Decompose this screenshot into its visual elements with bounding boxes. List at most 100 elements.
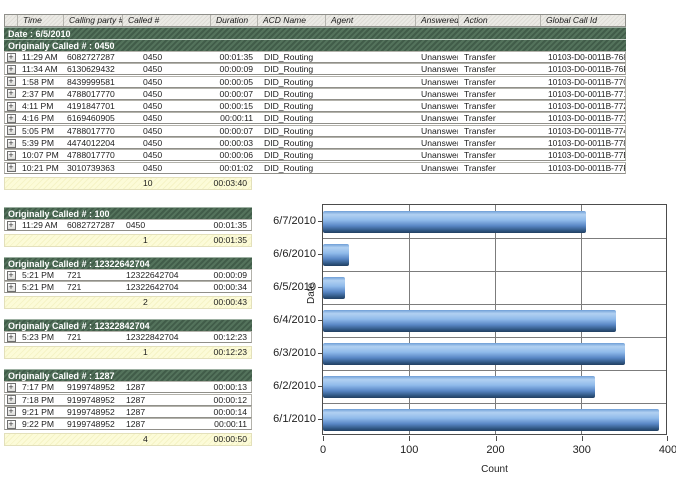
cell-duration: 00:00:05 (210, 77, 257, 87)
expand-plus-icon[interactable]: + (7, 407, 16, 416)
cell-duration: 00:01:35 (210, 220, 251, 230)
expand-plus-icon[interactable]: + (7, 221, 16, 230)
cell-duration: 00:00:09 (210, 270, 251, 280)
x-tick-label: 100 (387, 444, 431, 456)
summary-spacer (63, 235, 122, 246)
expand-plus-icon[interactable]: + (7, 126, 16, 135)
expand-plus-icon[interactable]: + (7, 420, 16, 429)
cell-called: 0450 (122, 101, 210, 111)
summary-spacer (17, 434, 63, 445)
expand-plus-icon[interactable]: + (7, 283, 16, 292)
expand-cell: + (5, 163, 17, 173)
expand-plus-icon[interactable]: + (7, 163, 16, 172)
cell-acd-name: DID_Routing (257, 89, 325, 99)
cell-global-call-id: 10103-D0-0011B-772 (540, 101, 625, 111)
cell-calling-party: 3010739363 (63, 163, 122, 173)
expand-plus-icon[interactable]: + (7, 139, 16, 148)
cell-duration: 00:01:02 (210, 163, 257, 173)
cell-time: 9:22 PM (17, 419, 63, 429)
cell-global-call-id: 10103-D0-0011B-768 (540, 52, 625, 62)
cell-calling-party: 6169460905 (63, 113, 122, 123)
table-row: +9:21 PM9199748952128700:00:14 (4, 406, 252, 418)
summary-spacer (17, 235, 63, 246)
cell-acd-name: DID_Routing (257, 126, 325, 136)
x-axis-tick (582, 436, 583, 441)
call-detail-table: TimeCalling party #Called #DurationACD N… (4, 14, 626, 190)
expand-plus-icon[interactable]: + (7, 114, 16, 123)
column-header-calling-party-: Calling party # (64, 15, 123, 26)
cell-time: 5:05 PM (17, 126, 63, 136)
expand-cell: + (5, 138, 17, 148)
summary-spacer (17, 297, 63, 308)
expand-plus-icon[interactable]: + (7, 151, 16, 160)
expand-cell: + (5, 395, 17, 405)
summary-call-count: 1 (122, 235, 210, 246)
cell-agent (325, 64, 415, 74)
table-row: +5:21 PM7211232264270400:00:09 (4, 269, 252, 281)
cell-duration: 00:01:35 (210, 52, 257, 62)
summary-call-count: 10 (122, 178, 210, 189)
expand-plus-icon[interactable]: + (7, 333, 16, 342)
expand-cell: + (5, 382, 17, 392)
group-summary-row: 200:00:43 (4, 296, 252, 309)
cell-called: 1287 (122, 395, 210, 405)
cell-action: Transfer (458, 77, 540, 87)
expand-plus-icon[interactable]: + (7, 271, 16, 280)
originally-called-band: Originally Called # : 100 (4, 207, 252, 219)
chart-y-axis-label: Date (306, 283, 317, 304)
expand-cell: + (5, 101, 17, 111)
cell-calling-party: 4788017770 (63, 150, 122, 160)
cell-calling-party: 4788017770 (63, 89, 122, 99)
cell-duration: 00:00:11 (210, 113, 257, 123)
column-header-answered: Answered (416, 15, 459, 26)
grouped-call-tables: Originally Called # : 100+11:29 AM608272… (4, 207, 252, 456)
cell-calling-party: 721 (63, 332, 122, 342)
cell-time: 11:29 AM (17, 220, 63, 230)
table-row: +11:34 AM6130629432045000:00:09DID_Routi… (4, 63, 626, 75)
expand-cell: + (5, 407, 17, 417)
expand-plus-icon[interactable]: + (7, 383, 16, 392)
x-axis-tick (409, 436, 410, 441)
cell-agent (325, 126, 415, 136)
cell-duration: 00:00:11 (210, 419, 251, 429)
cell-calling-party: 4191847701 (63, 101, 122, 111)
cell-calling-party: 721 (63, 282, 122, 292)
x-tick-label: 0 (301, 444, 345, 456)
bar-6-7-2010 (323, 211, 586, 233)
cell-duration: 00:00:07 (210, 126, 257, 136)
bar-6-4-2010 (323, 310, 616, 332)
summary-spacer (63, 297, 122, 308)
cell-calling-party: 721 (63, 270, 122, 280)
y-axis-tick (318, 320, 323, 321)
expand-plus-icon[interactable]: + (7, 102, 16, 111)
summary-spacer (5, 178, 17, 189)
expand-plus-icon[interactable]: + (7, 89, 16, 98)
y-axis-tick (318, 353, 323, 354)
table-row: +1:58 PM8439999581045000:00:05DID_Routin… (4, 76, 626, 88)
table-row: +11:29 AM6082727287045000:01:35DID_Routi… (4, 51, 626, 63)
cell-time: 5:21 PM (17, 270, 63, 280)
cell-called: 0450 (122, 113, 210, 123)
cell-calling-party: 6130629432 (63, 64, 122, 74)
summary-total-duration: 00:12:23 (210, 347, 251, 358)
expand-plus-icon[interactable]: + (7, 53, 16, 62)
cell-duration: 00:00:34 (210, 282, 251, 292)
horizontal-gridline (323, 403, 666, 404)
cell-acd-name: DID_Routing (257, 113, 325, 123)
expand-plus-icon[interactable]: + (7, 65, 16, 74)
table-row: +7:17 PM9199748952128700:00:13 (4, 381, 252, 393)
cell-agent (325, 89, 415, 99)
summary-spacer (63, 347, 122, 358)
expand-plus-icon[interactable]: + (7, 77, 16, 86)
group-summary-row: 10 00:03:40 (4, 177, 252, 190)
expand-plus-icon[interactable]: + (7, 395, 16, 404)
cell-global-call-id: 10103-D0-0011B-77F (540, 163, 625, 173)
cell-calling-party: 4788017770 (63, 126, 122, 136)
expand-cell: + (5, 77, 17, 87)
bar-6-2-2010 (323, 376, 595, 398)
expand-cell: + (5, 419, 17, 429)
y-axis-tick (318, 287, 323, 288)
cell-duration: 00:00:09 (210, 64, 257, 74)
originally-called-band: Originally Called # : 12322642704 (4, 257, 252, 269)
expand-cell: + (5, 150, 17, 160)
